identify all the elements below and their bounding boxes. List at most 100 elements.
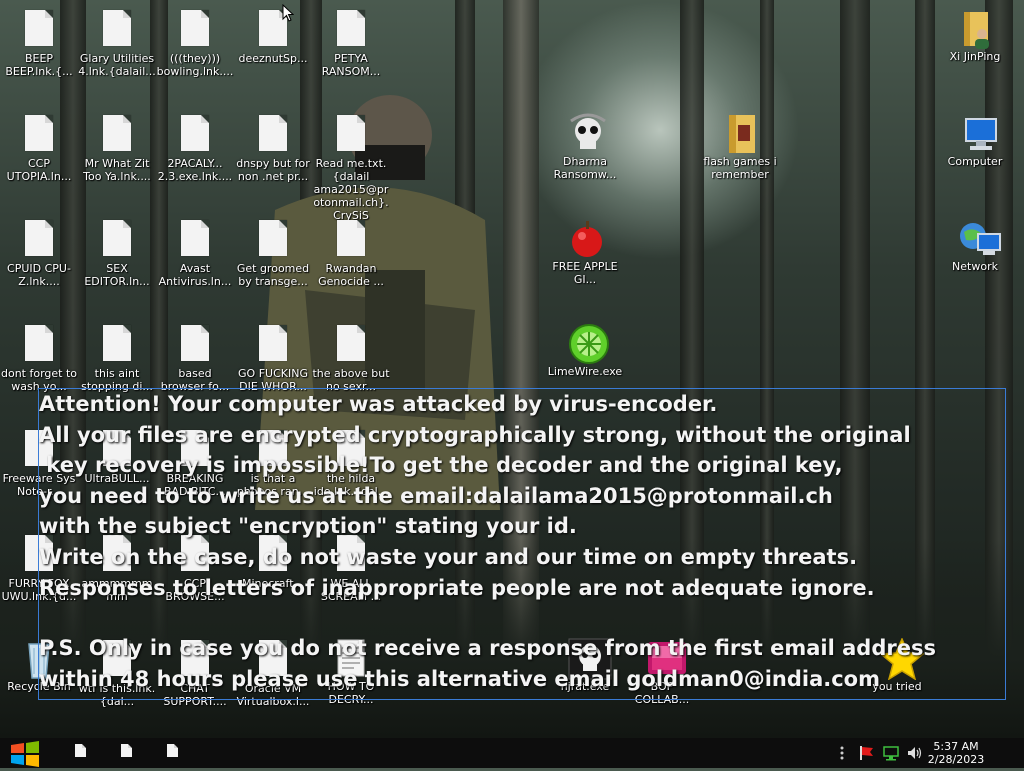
icon-label: Rwandan Genocide ... bbox=[318, 262, 384, 288]
desktop-icon-computer[interactable]: Computer bbox=[936, 113, 1014, 168]
document-icon bbox=[100, 115, 134, 155]
document-icon bbox=[178, 325, 212, 365]
icon-label: Xi JinPing bbox=[949, 50, 1001, 63]
network-status-icon[interactable] bbox=[882, 745, 900, 761]
desktop-icon-based[interactable]: based browser fo... bbox=[156, 323, 234, 393]
icon-label: Dharma Ransomw... bbox=[553, 155, 617, 181]
icon-label: LimeWire.exe bbox=[547, 365, 623, 378]
icon-label: flash games i remember bbox=[703, 155, 777, 181]
ransom-note-line: with the subject "encryption" stating yo… bbox=[39, 514, 577, 539]
icon-label: BEEP BEEP.lnk.{... bbox=[5, 52, 73, 78]
clock-date: 2/28/2023 bbox=[927, 753, 985, 766]
desktop-icon-dharma[interactable]: Dharma Ransomw... bbox=[546, 113, 624, 181]
document-icon bbox=[334, 325, 368, 365]
apple-icon bbox=[568, 218, 602, 258]
desktop-icon-free-apple[interactable]: FREE APPLE GI... bbox=[546, 218, 624, 286]
desktop-icon-cpuid[interactable]: CPUID CPU-Z.lnk.... bbox=[0, 218, 78, 288]
desktop-icon-sex-editor[interactable]: SEX EDITOR.ln... bbox=[78, 218, 156, 288]
icon-label: Network bbox=[952, 260, 998, 273]
icon-label: Mr What Zit Too Ya.lnk.... bbox=[83, 157, 151, 183]
start-button[interactable] bbox=[8, 741, 42, 767]
taskbar-item-document[interactable] bbox=[121, 744, 137, 762]
skull-icon bbox=[568, 113, 606, 153]
desktop-icon-glary[interactable]: Glary Utilities 4.lnk.{dalail... bbox=[78, 8, 156, 78]
icon-label: Get groomed by transge... bbox=[236, 262, 310, 288]
desktop-icon-go-die[interactable]: GO FUCKING DIE WHOR... bbox=[234, 323, 312, 393]
folder-icon bbox=[723, 113, 757, 153]
icon-label: Glary Utilities 4.lnk.{dalail... bbox=[78, 52, 156, 78]
icon-label: FREE APPLE GI... bbox=[552, 260, 618, 286]
document-icon bbox=[75, 744, 86, 757]
desktop-icon-this-aint[interactable]: this aint stopping di... bbox=[78, 323, 156, 393]
document-icon bbox=[100, 220, 134, 260]
icon-label: dnspy but for non .net pr... bbox=[236, 157, 310, 183]
desktop-icon-deeznut[interactable]: deeznutSp... bbox=[234, 8, 312, 65]
clock-time: 5:37 AM bbox=[933, 740, 979, 753]
desktop-icon-mrwhat[interactable]: Mr What Zit Too Ya.lnk.... bbox=[78, 113, 156, 183]
desktop-icon-dnspy[interactable]: dnspy but for non .net pr... bbox=[234, 113, 312, 183]
tray-overflow-icon[interactable] bbox=[838, 745, 846, 761]
desktop-icon-limewire[interactable]: LimeWire.exe bbox=[546, 323, 624, 378]
ransom-note-line: P.S. Only in case you do not receive a r… bbox=[39, 636, 936, 661]
ransom-note-line: Write on the case, do not waste your and… bbox=[39, 544, 858, 569]
icon-label: Computer bbox=[947, 155, 1003, 168]
document-icon bbox=[256, 325, 290, 365]
document-icon bbox=[22, 220, 56, 260]
document-icon bbox=[178, 115, 212, 155]
desktop-icon-flash-games[interactable]: flash games i remember bbox=[701, 113, 779, 181]
icon-label: CCP UTOPIA.ln... bbox=[6, 157, 72, 183]
icon-label: 2PACALY... 2.3.exe.lnk.... bbox=[157, 157, 233, 183]
desktop-icon-network[interactable]: Network bbox=[936, 218, 1014, 273]
icon-label: CPUID CPU-Z.lnk.... bbox=[7, 262, 71, 288]
document-icon bbox=[256, 220, 290, 260]
document-icon bbox=[178, 220, 212, 260]
ransom-note-line: All your files are encrypted cryptograph… bbox=[39, 422, 911, 447]
desktop-icon-bowling[interactable]: (((they))) bowling.lnk.... bbox=[156, 8, 234, 78]
ransom-note-line: within 48 hours please use this alternat… bbox=[39, 666, 880, 691]
desktop-icon-rwandan[interactable]: Rwandan Genocide ... bbox=[312, 218, 390, 288]
desktop-icon-petya[interactable]: PETYA RANSOM... bbox=[312, 8, 390, 78]
desktop-icon-beep[interactable]: BEEP BEEP.lnk.{... bbox=[0, 8, 78, 78]
ransom-note: Attention! Your computer was attacked by… bbox=[38, 388, 1006, 700]
ransom-note-spacer bbox=[39, 603, 1005, 633]
icon-label: Read me.txt.{dalail ama2015@pr otonmail.… bbox=[313, 157, 389, 222]
document-icon bbox=[22, 10, 56, 50]
desktop-icon-2pacaly[interactable]: 2PACALY... 2.3.exe.lnk.... bbox=[156, 113, 234, 183]
icon-label: PETYA RANSOM... bbox=[321, 52, 381, 78]
limewire-icon bbox=[568, 323, 609, 364]
icon-label: Avast Antivirus.ln... bbox=[158, 262, 232, 288]
document-icon bbox=[22, 115, 56, 155]
windows-logo-icon bbox=[11, 741, 39, 767]
computer-icon bbox=[958, 113, 997, 153]
mouse-cursor-icon bbox=[282, 4, 294, 22]
document-icon bbox=[334, 115, 368, 155]
taskbar: 5:37 AM 2/28/2023 bbox=[0, 738, 1024, 768]
desktop-icon-dont-forget[interactable]: dont forget to wash yo... bbox=[0, 323, 78, 393]
desktop-icon-readme[interactable]: Read me.txt.{dalail ama2015@pr otonmail.… bbox=[312, 113, 390, 222]
desktop-icon-avast[interactable]: Avast Antivirus.ln... bbox=[156, 218, 234, 288]
taskbar-item-document[interactable] bbox=[75, 744, 91, 762]
document-icon bbox=[178, 10, 212, 50]
network-icon bbox=[958, 218, 1001, 258]
user-folder-icon bbox=[958, 8, 992, 49]
desktop-icon-the-above[interactable]: the above but no sexr... bbox=[312, 323, 390, 393]
action-center-flag-icon[interactable] bbox=[858, 745, 876, 761]
taskbar-item-document[interactable] bbox=[167, 744, 183, 762]
desktop-background: BEEP BEEP.lnk.{... Glary Utilities 4.lnk… bbox=[0, 0, 1024, 738]
icon-label: SEX EDITOR.ln... bbox=[84, 262, 150, 288]
icon-label: deeznutSp... bbox=[238, 52, 308, 65]
desktop-icon-ccp-utopia[interactable]: CCP UTOPIA.ln... bbox=[0, 113, 78, 183]
document-icon bbox=[334, 10, 368, 50]
document-icon bbox=[256, 115, 290, 155]
document-icon bbox=[100, 325, 134, 365]
document-icon bbox=[100, 10, 134, 50]
desktop-icon-groomed[interactable]: Get groomed by transge... bbox=[234, 218, 312, 288]
document-icon bbox=[22, 325, 56, 365]
ransom-note-line: Responses to letters of inappropriate pe… bbox=[39, 575, 875, 600]
document-icon bbox=[121, 744, 132, 757]
ransom-note-line: Attention! Your computer was attacked by… bbox=[39, 392, 718, 416]
ransom-note-line: you need to to write us at the email:dal… bbox=[39, 483, 833, 508]
clock[interactable]: 5:37 AM 2/28/2023 bbox=[916, 740, 996, 766]
desktop-icon-xijinping[interactable]: Xi JinPing bbox=[936, 8, 1014, 63]
icon-label: (((they))) bowling.lnk.... bbox=[156, 52, 234, 78]
